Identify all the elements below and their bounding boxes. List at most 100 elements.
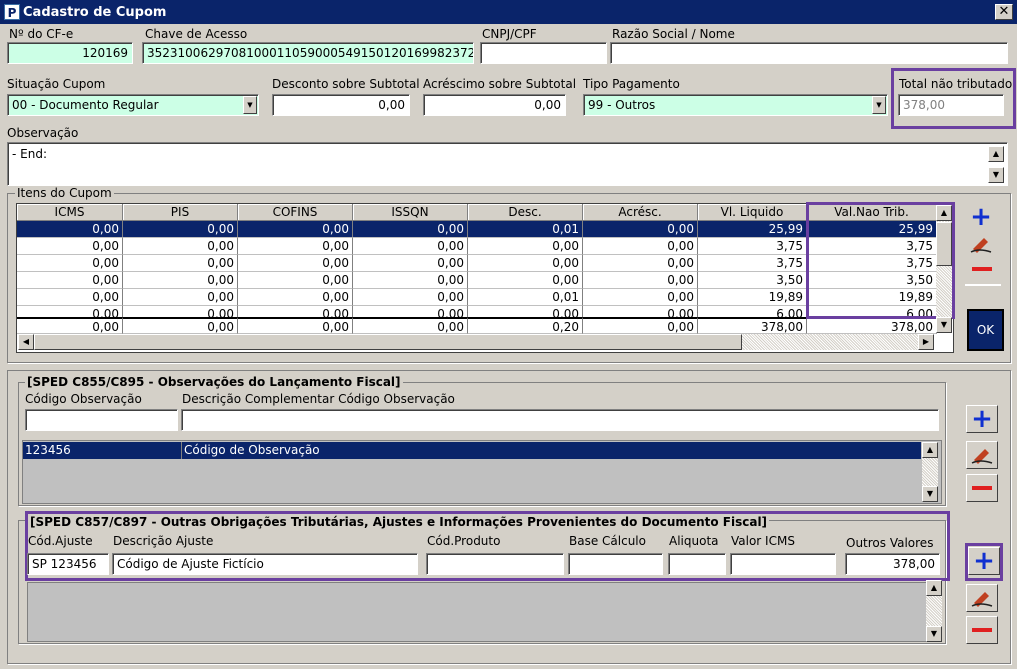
desconto-label: Desconto sobre Subtotal xyxy=(272,77,420,91)
scroll-up-icon[interactable]: ▲ xyxy=(936,205,952,221)
table-cell[interactable]: 0,00 xyxy=(238,289,353,306)
table-cell[interactable]: 0,00 xyxy=(583,272,698,289)
chave-acesso-field[interactable]: 3523100629708100011059000549150120169982… xyxy=(142,42,474,64)
table-cell[interactable]: 0,01 xyxy=(468,289,583,306)
table-cell[interactable]: 0,00 xyxy=(123,238,238,255)
table-cell[interactable]: 0,00 xyxy=(17,272,123,289)
list-item-codigo: 123456 xyxy=(25,442,182,459)
outros-valores-field[interactable]: 378,00 xyxy=(845,553,940,575)
descricao-ajuste-label: Descrição Ajuste xyxy=(113,534,214,548)
table-cell[interactable]: 3,75 xyxy=(698,238,807,255)
column-header[interactable]: ISSQN xyxy=(353,204,468,221)
column-header[interactable]: Desc. xyxy=(468,204,583,221)
scroll-right-icon[interactable]: ▶ xyxy=(918,334,934,350)
table-cell[interactable]: 0,00 xyxy=(583,255,698,272)
scroll-down-icon[interactable]: ▼ xyxy=(926,626,942,642)
add-observacao-button[interactable]: + xyxy=(966,405,998,433)
scroll-down-icon[interactable]: ▼ xyxy=(936,317,952,333)
cod-produto-field[interactable] xyxy=(426,553,564,575)
table-cell[interactable]: 0,00 xyxy=(353,289,468,306)
table-cell[interactable]: 3,75 xyxy=(698,255,807,272)
descricao-complementar-label: Descrição Complementar Código Observação xyxy=(182,392,455,406)
add-ajuste-button[interactable]: + xyxy=(968,547,1000,575)
table-cell[interactable]: 19,89 xyxy=(698,289,807,306)
ok-button[interactable]: OK xyxy=(967,309,1004,351)
table-cell[interactable]: 0,00 xyxy=(468,255,583,272)
scroll-down-icon[interactable]: ▼ xyxy=(922,486,938,502)
table-cell[interactable]: 0,00 xyxy=(583,221,698,238)
table-cell[interactable]: 25,99 xyxy=(698,221,807,238)
edit-item-icon[interactable] xyxy=(969,234,993,254)
column-header[interactable]: Vl. Liquido xyxy=(698,204,807,221)
table-cell[interactable]: 0,00 xyxy=(353,221,468,238)
table-cell[interactable]: 0,00 xyxy=(468,238,583,255)
column-header[interactable]: Acrésc. xyxy=(583,204,698,221)
observacao-textarea[interactable]: - End: xyxy=(7,142,1008,186)
table-cell[interactable]: 0,00 xyxy=(353,272,468,289)
cnpj-field[interactable] xyxy=(480,42,607,64)
column-header[interactable]: COFINS xyxy=(238,204,353,221)
chevron-down-icon[interactable]: ▼ xyxy=(243,96,257,114)
table-cell[interactable]: 0,00 xyxy=(123,289,238,306)
table-cell[interactable]: 0,00 xyxy=(468,272,583,289)
codigo-observacao-field[interactable] xyxy=(25,409,178,431)
cnpj-label: CNPJ/CPF xyxy=(482,27,537,41)
table-cell[interactable]: 0,00 xyxy=(238,272,353,289)
tipo-pagamento-select[interactable]: 99 - Outros ▼ xyxy=(583,94,888,116)
list-vscroll-track[interactable] xyxy=(922,458,938,486)
table-cell[interactable]: 0,00 xyxy=(123,255,238,272)
table-cell[interactable]: 0,01 xyxy=(468,221,583,238)
descricao-ajuste-field[interactable]: Código de Ajuste Fictício xyxy=(112,553,418,575)
scroll-left-icon[interactable]: ◀ xyxy=(18,334,34,350)
descricao-complementar-field[interactable] xyxy=(181,409,939,431)
table-cell[interactable]: 0,00 xyxy=(353,238,468,255)
edit-observacao-button[interactable] xyxy=(966,441,998,469)
razao-social-label: Razão Social / Nome xyxy=(612,27,735,41)
close-button[interactable]: ✕ xyxy=(995,4,1013,20)
valor-icms-label: Valor ICMS xyxy=(731,534,795,548)
acrescimo-field[interactable]: 0,00 xyxy=(423,94,566,116)
chevron-down-icon[interactable]: ▼ xyxy=(872,96,886,114)
table-cell[interactable]: 0,00 xyxy=(17,238,123,255)
razao-social-field[interactable] xyxy=(610,42,1008,64)
base-calculo-field[interactable] xyxy=(568,553,663,575)
valor-icms-field[interactable] xyxy=(730,553,836,575)
outros-valores-label: Outros Valores xyxy=(846,536,934,550)
total-nao-tributado-field: 378,00 xyxy=(898,94,1004,116)
remove-observacao-button[interactable] xyxy=(966,474,998,502)
remove-ajuste-button[interactable] xyxy=(966,616,998,644)
table-cell[interactable]: 0,00 xyxy=(238,238,353,255)
table-cell[interactable]: 0,00 xyxy=(353,255,468,272)
scroll-up-icon[interactable]: ▲ xyxy=(926,580,942,596)
ajustes-vscroll-track[interactable] xyxy=(926,596,942,626)
remove-item-icon[interactable] xyxy=(972,267,992,271)
table-cell[interactable]: 0,00 xyxy=(123,221,238,238)
column-header[interactable]: ICMS xyxy=(17,204,123,221)
grid-vscroll-thumb[interactable] xyxy=(936,222,952,266)
num-cfe-field[interactable]: 120169 xyxy=(7,42,133,64)
grid-hscroll-thumb[interactable] xyxy=(34,334,742,350)
codigo-observacao-label: Código Observação xyxy=(25,392,142,406)
list-item[interactable]: 123456 Código de Observação xyxy=(23,442,921,459)
pencil-icon xyxy=(971,449,993,464)
aliquota-field[interactable] xyxy=(668,553,726,575)
ajustes-list xyxy=(27,582,942,642)
table-cell[interactable]: 0,00 xyxy=(17,289,123,306)
scroll-up-icon[interactable]: ▲ xyxy=(988,146,1004,162)
table-cell[interactable]: 0,00 xyxy=(238,221,353,238)
table-cell[interactable]: 0,00 xyxy=(123,272,238,289)
scroll-down-icon[interactable]: ▼ xyxy=(988,167,1004,183)
scroll-up-icon[interactable]: ▲ xyxy=(922,442,938,458)
situacao-select[interactable]: 00 - Documento Regular ▼ xyxy=(7,94,259,116)
table-cell[interactable]: 0,00 xyxy=(583,289,698,306)
table-cell[interactable]: 0,00 xyxy=(17,221,123,238)
table-cell[interactable]: 0,00 xyxy=(17,255,123,272)
table-cell[interactable]: 3,50 xyxy=(698,272,807,289)
column-header[interactable]: PIS xyxy=(123,204,238,221)
table-cell[interactable]: 0,00 xyxy=(583,238,698,255)
desconto-field[interactable]: 0,00 xyxy=(272,94,410,116)
add-item-icon[interactable]: + xyxy=(969,204,993,231)
table-cell[interactable]: 0,00 xyxy=(238,255,353,272)
cod-ajuste-field[interactable]: SP 123456 xyxy=(27,553,109,575)
edit-ajuste-button[interactable] xyxy=(966,584,998,612)
